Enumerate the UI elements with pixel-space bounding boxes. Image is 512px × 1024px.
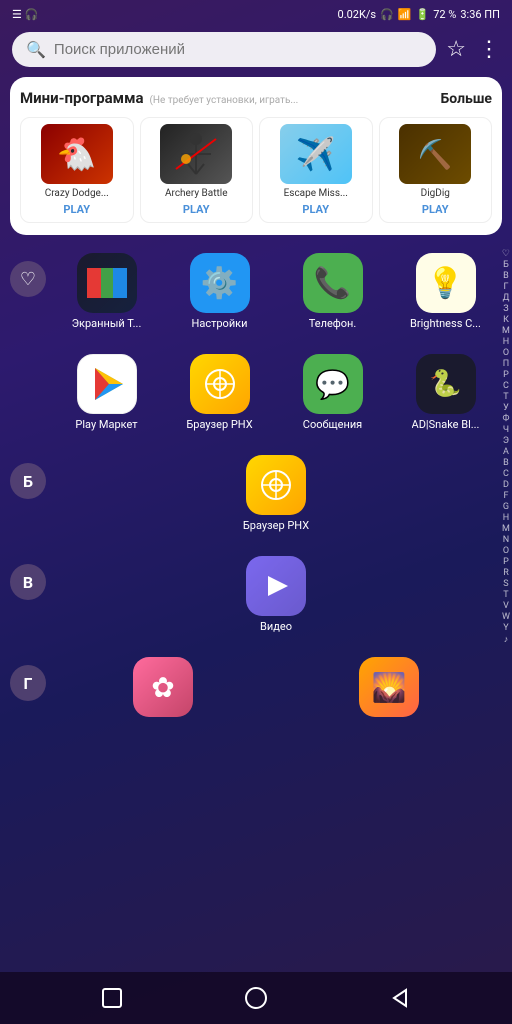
video-label: Видео (260, 620, 292, 633)
digdig-name: DigDig (421, 188, 450, 199)
digdig-icon: ⛏️ (399, 124, 471, 184)
app-item-g2[interactable]: 🌄 (276, 653, 502, 721)
app-item-video[interactable]: Видео (50, 552, 502, 637)
app-item-snake[interactable]: 🐍 AD|Snake Bl... (389, 350, 502, 435)
crazy-dodge-name: Crazy Dodge... (45, 188, 109, 199)
section-v-row: В Видео (10, 552, 502, 637)
snake-label: AD|Snake Bl... (412, 418, 480, 431)
archery-name: Archery Battle (165, 188, 228, 199)
app-item-g1[interactable]: ✿ (50, 653, 276, 721)
mini-apps-row: 🐔 Crazy Dodge... PLAY Archer (20, 117, 492, 223)
digdig-play[interactable]: PLAY (422, 203, 449, 216)
app-g1-icon: ✿ (133, 657, 193, 717)
escape-play[interactable]: PLAY (302, 203, 329, 216)
wifi-icon: 📶 (398, 8, 412, 21)
brightness-label: Brightness C... (410, 317, 481, 330)
crazy-dodge-play[interactable]: PLAY (63, 203, 90, 216)
settings-icon: ⚙️ (190, 253, 250, 313)
settings-label: Настройки (192, 317, 248, 330)
section-b-apps: Браузер PHX (50, 451, 502, 536)
app-item-browser-phx-b[interactable]: Браузер PHX (50, 451, 502, 536)
app-item-messages[interactable]: 💬 Сообщения (276, 350, 389, 435)
mini-app-crazy-dodge[interactable]: 🐔 Crazy Dodge... PLAY (20, 117, 134, 223)
mini-more-button[interactable]: Больше (441, 91, 492, 107)
playmarket-label: Play Маркет (75, 418, 137, 431)
section-g-row: Г ✿ 🌄 (10, 653, 502, 721)
app-row-favorites: ♡ Экранный Т... ⚙️ Настройки (10, 249, 502, 334)
menu-icon[interactable]: ⋮ (478, 37, 500, 62)
snake-icon: 🐍 (416, 354, 476, 414)
app-item-settings[interactable]: ⚙️ Настройки (163, 249, 276, 334)
battery-percent: 72 % (433, 8, 456, 21)
headphone-icon: 🎧 (380, 8, 394, 21)
favorites-button[interactable]: ♡ (10, 261, 46, 297)
clock: 3:36 ПП (460, 8, 500, 21)
mini-programs-section: Мини-программа (Не требует установки, иг… (10, 77, 502, 235)
archery-play[interactable]: PLAY (183, 203, 210, 216)
section-v-apps: Видео (50, 552, 502, 637)
section-g-letter[interactable]: Г (10, 665, 46, 701)
status-left: ☰ 🎧 (12, 8, 38, 21)
phone-icon: 📞 (303, 253, 363, 313)
nav-home-button[interactable] (236, 978, 276, 1018)
app-item-brightness[interactable]: 💡 Brightness C... (389, 249, 502, 334)
messages-label: Сообщения (303, 418, 362, 431)
browser-phx-label: Браузер PHX (186, 418, 252, 431)
status-icons-left: ☰ 🎧 (12, 8, 38, 21)
status-right: 0.02K/s 🎧 📶 🔋 72 % 3:36 ПП (338, 8, 500, 21)
mini-app-digdig[interactable]: ⛏️ DigDig PLAY (379, 117, 493, 223)
section-b-letter[interactable]: Б (10, 463, 46, 499)
app-item-screen[interactable]: Экранный Т... (50, 249, 163, 334)
app-row-2-inner: Play Маркет Браузер PHX 💬 Сообщения (50, 350, 502, 435)
mini-title: Мини-программа (20, 89, 144, 107)
playmarket-icon (77, 354, 137, 414)
app-item-playmarket[interactable]: Play Маркет (50, 350, 163, 435)
app-grid-section: ♡ Б В Г Д З К М Н О П Р С Т У Ф Ч Э А B … (0, 249, 512, 721)
escape-icon: ✈️ (280, 124, 352, 184)
app-row-1: Экранный Т... ⚙️ Настройки 📞 Телефон. 💡 … (50, 249, 502, 334)
mini-app-escape[interactable]: ✈️ Escape Miss... PLAY (259, 117, 373, 223)
screen-recorder-label: Экранный Т... (72, 317, 142, 330)
mini-subtitle: (Не требует установки, играть... (150, 95, 435, 106)
search-wrapper: 🔍 ☆ ⋮ (12, 32, 500, 67)
search-icon: 🔍 (26, 40, 46, 59)
app-g2-icon: 🌄 (359, 657, 419, 717)
video-icon (246, 556, 306, 616)
nav-recent-button[interactable] (92, 978, 132, 1018)
browser-phx-b-label: Браузер PHX (243, 519, 309, 532)
mini-app-archery[interactable]: Archery Battle PLAY (140, 117, 254, 223)
archery-icon (160, 124, 232, 184)
phone-label: Телефон. (309, 317, 357, 330)
navigation-bar (0, 972, 512, 1024)
search-extra-icons: ☆ ⋮ (446, 37, 500, 62)
app-item-phone[interactable]: 📞 Телефон. (276, 249, 389, 334)
mini-header: Мини-программа (Не требует установки, иг… (20, 89, 492, 107)
section-v-letter[interactable]: В (10, 564, 46, 600)
nav-back-button[interactable] (380, 978, 420, 1018)
search-input[interactable] (54, 41, 422, 58)
browser-phx-icon (190, 354, 250, 414)
app-row-2: Play Маркет Браузер PHX 💬 Сообщения (10, 350, 502, 435)
messages-icon: 💬 (303, 354, 363, 414)
section-b-row: Б Браузер PHX (10, 451, 502, 536)
status-bar: ☰ 🎧 0.02K/s 🎧 📶 🔋 72 % 3:36 ПП (0, 0, 512, 28)
brightness-icon: 💡 (416, 253, 476, 313)
escape-name: Escape Miss... (284, 188, 348, 199)
alphabet-index[interactable]: ♡ Б В Г Д З К М Н О П Р С Т У Ф Ч Э А B … (502, 249, 510, 645)
speed-indicator: 0.02K/s (338, 8, 377, 21)
crazy-dodge-icon: 🐔 (41, 124, 113, 184)
app-item-browser-phx[interactable]: Браузер PHX (163, 350, 276, 435)
screen-recorder-icon (77, 253, 137, 313)
browser-phx-b-icon (246, 455, 306, 515)
star-icon[interactable]: ☆ (446, 37, 466, 62)
heart-icon: ♡ (20, 269, 36, 290)
section-g-apps: ✿ 🌄 (50, 653, 502, 721)
search-box[interactable]: 🔍 (12, 32, 436, 67)
battery-icon: 🔋 (416, 8, 430, 21)
